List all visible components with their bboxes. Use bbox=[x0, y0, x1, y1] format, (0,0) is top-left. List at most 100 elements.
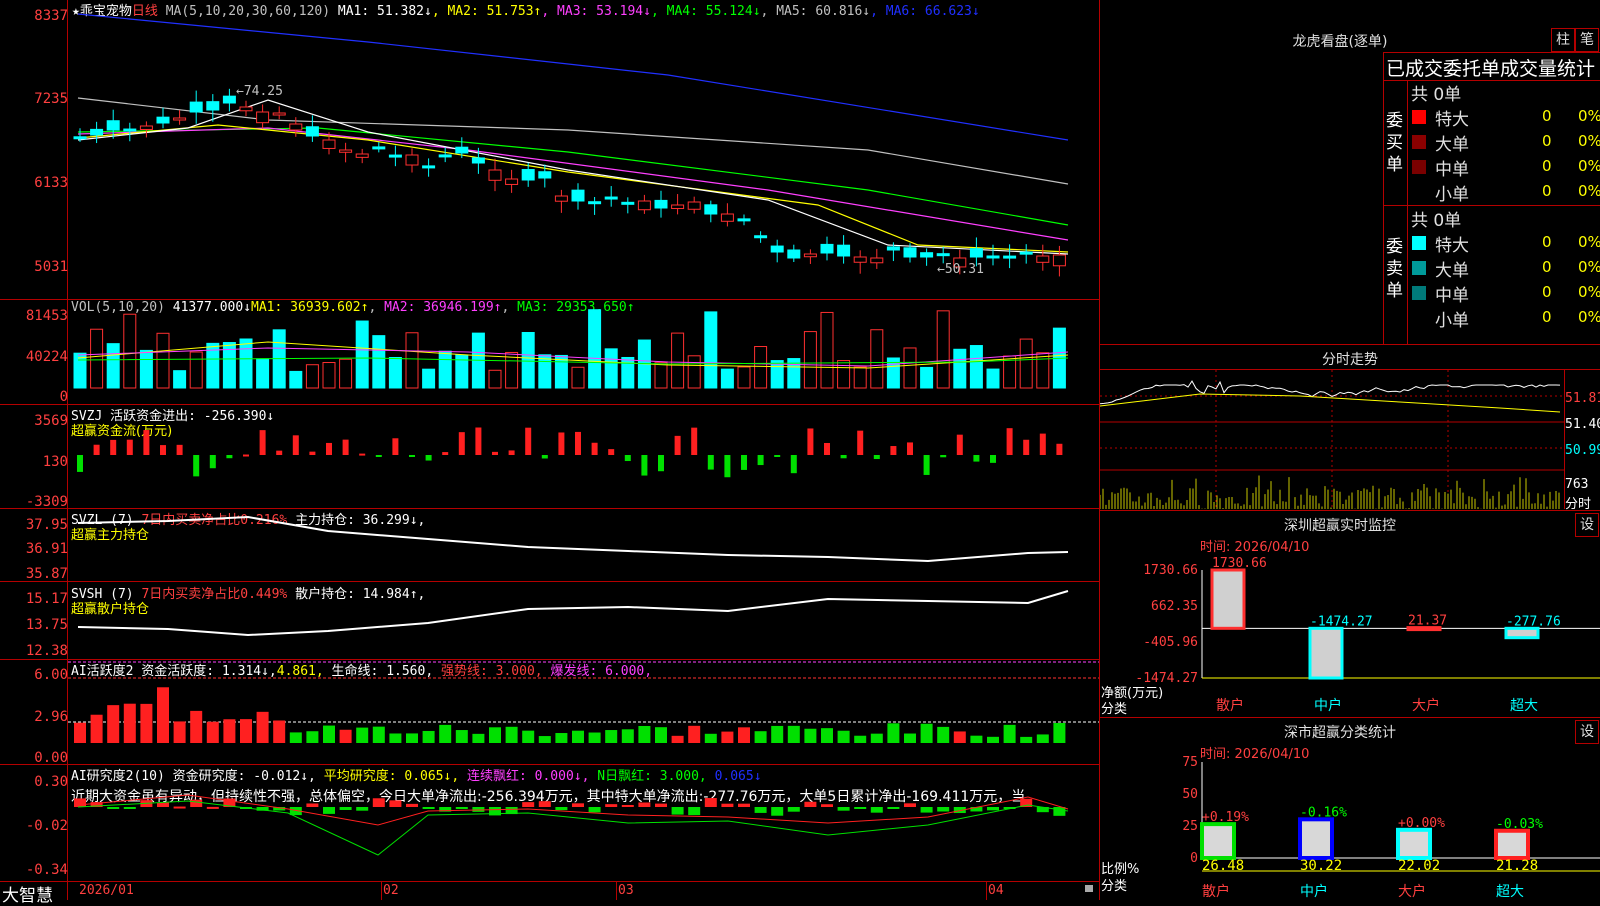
candle-body bbox=[986, 255, 1000, 259]
lhb-row-value: 0 bbox=[1542, 157, 1552, 175]
activity-bar bbox=[987, 736, 999, 743]
sz-monitor-settings-button[interactable]: 设 bbox=[1575, 513, 1599, 537]
activity-bar bbox=[937, 726, 950, 743]
lhb-row-value: 0 bbox=[1542, 182, 1552, 200]
lhb-row-label: 小单 bbox=[1435, 311, 1469, 331]
svzl-chart[interactable] bbox=[68, 509, 1099, 581]
flow-bar bbox=[624, 455, 631, 462]
candle-body bbox=[156, 116, 170, 124]
flow-bar bbox=[807, 428, 814, 455]
volume-bar bbox=[322, 362, 336, 389]
volume-chart[interactable] bbox=[68, 300, 1099, 404]
activity-bar bbox=[771, 725, 784, 743]
activity-bar bbox=[920, 723, 933, 743]
vol-tick: 81453 bbox=[25, 308, 68, 324]
flow-bar bbox=[824, 442, 830, 455]
activity-bar bbox=[90, 714, 103, 743]
svsh-chart[interactable] bbox=[68, 583, 1099, 659]
axis-tick-label: 75 bbox=[1182, 756, 1198, 770]
sz-class-settings-button[interactable]: 设 bbox=[1575, 720, 1599, 744]
flow-bar bbox=[940, 455, 947, 458]
activity-bar bbox=[505, 726, 518, 743]
candle-body bbox=[1036, 255, 1050, 263]
research-bar bbox=[339, 807, 352, 810]
candle-body bbox=[521, 169, 535, 181]
ma-line bbox=[77, 99, 1069, 255]
research-bar bbox=[987, 807, 999, 811]
flow-bar bbox=[840, 455, 847, 459]
candle-body bbox=[936, 253, 950, 257]
flow-bar bbox=[458, 432, 465, 455]
svsh-tick: 13.75 bbox=[25, 617, 68, 633]
tick-view-button[interactable]: 笔 bbox=[1575, 28, 1599, 52]
svzl-tick: 35.87 bbox=[25, 566, 68, 582]
candle-body bbox=[1003, 255, 1017, 259]
intraday-price-line bbox=[1100, 380, 1561, 405]
research-bar bbox=[406, 803, 418, 807]
candle-body bbox=[969, 248, 983, 258]
lhb-swatch bbox=[1412, 110, 1426, 124]
candle-body bbox=[173, 117, 187, 121]
svzj-chart[interactable] bbox=[68, 405, 1099, 508]
candle-body bbox=[405, 154, 419, 166]
activity-bar bbox=[572, 730, 584, 743]
lhb-row-value: 0 bbox=[1542, 107, 1552, 125]
volume-bar bbox=[305, 364, 319, 389]
research-bar bbox=[754, 807, 767, 813]
activity-bar bbox=[157, 687, 169, 743]
candle-body bbox=[488, 169, 502, 181]
activity-bar bbox=[588, 732, 601, 743]
monitor-bar-label: -277.76 bbox=[1506, 614, 1561, 629]
candle-body bbox=[372, 146, 386, 150]
divider-svzl-svsh bbox=[0, 581, 1100, 582]
class-bar bbox=[1298, 817, 1334, 860]
lhb-row-label: 特大 bbox=[1435, 236, 1469, 256]
flow-bar bbox=[707, 455, 714, 470]
candle-body bbox=[787, 249, 801, 259]
lhb-row-label: 大单 bbox=[1435, 261, 1469, 281]
candle-body bbox=[471, 157, 485, 164]
research-bar bbox=[937, 807, 950, 812]
candle-body bbox=[588, 201, 602, 205]
activity-bar bbox=[970, 735, 983, 743]
axis-tick-label: 25 bbox=[1182, 819, 1198, 834]
research-bar bbox=[389, 800, 402, 807]
svzj-tick: 130 bbox=[42, 454, 68, 470]
activity-bar bbox=[173, 721, 186, 743]
volume-bar bbox=[803, 331, 817, 389]
bar-view-button[interactable]: 柱 bbox=[1551, 28, 1575, 52]
date-label: 02 bbox=[383, 883, 399, 898]
volume-bar bbox=[853, 366, 867, 389]
research-bar bbox=[538, 801, 551, 807]
ai-active-chart[interactable] bbox=[68, 660, 1099, 764]
sz-class-chart[interactable]: 75 50 25 0 +0.19% 26.48 散户 -0.16% 30.22 中户 +0.00% 2… bbox=[1100, 756, 1600, 900]
sz-monitor-chart[interactable]: 1730.66 662.35 -405.96 -1474.27 1730.66 散户 -14… bbox=[1100, 548, 1600, 716]
ai-active-tick: 0.00 bbox=[34, 750, 68, 766]
candle-body bbox=[139, 125, 153, 130]
research-bar bbox=[455, 807, 468, 809]
sz-monitor-title: 深圳超赢实时监控 bbox=[1284, 518, 1396, 534]
candle-body bbox=[853, 256, 867, 263]
candle-body bbox=[886, 246, 900, 251]
activity-bar bbox=[671, 735, 684, 743]
candle-body bbox=[289, 123, 303, 131]
ma-line bbox=[77, 124, 1069, 253]
activity-bar bbox=[422, 730, 435, 743]
flow-bar bbox=[425, 455, 432, 461]
flow-bar bbox=[724, 455, 731, 478]
candle-body bbox=[1019, 251, 1033, 255]
flow-bar bbox=[641, 455, 648, 476]
ma-line bbox=[77, 127, 1069, 226]
class-change-label: +0.19% bbox=[1202, 810, 1249, 825]
candlestick-chart[interactable] bbox=[68, 0, 1099, 299]
candle-body bbox=[770, 245, 784, 253]
date-tick bbox=[616, 881, 617, 900]
lhb-row-label: 小单 bbox=[1435, 185, 1469, 205]
lhb-row-pct: 0% bbox=[1578, 157, 1600, 175]
research-bar bbox=[821, 804, 833, 807]
ai-research-chart[interactable] bbox=[68, 765, 1099, 881]
lock-icon[interactable] bbox=[1085, 885, 1093, 892]
research-bar bbox=[870, 807, 883, 813]
activity-bar bbox=[256, 711, 269, 743]
intraday-chart[interactable] bbox=[1100, 370, 1565, 509]
